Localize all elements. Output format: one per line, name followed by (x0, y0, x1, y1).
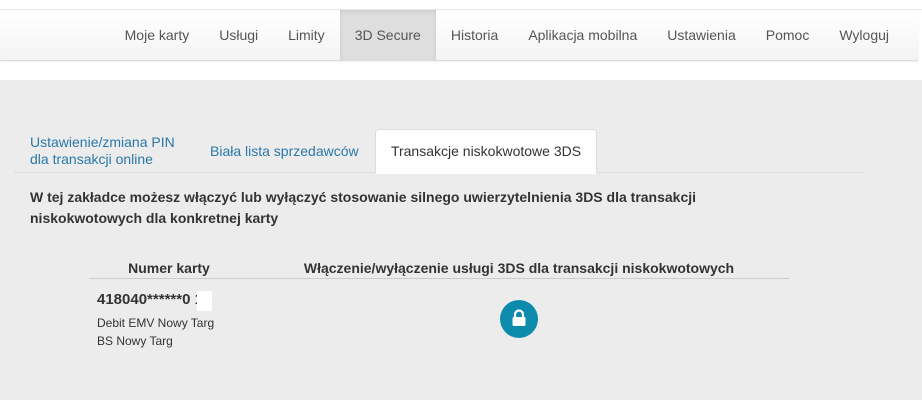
description-line1: W tej zakładce możesz włączyć lub wyłącz… (30, 189, 697, 205)
nav-item-3d-secure[interactable]: 3D Secure (339, 10, 436, 60)
nav-item-pomoc[interactable]: Pomoc (751, 10, 825, 60)
nav-item-wyloguj[interactable]: Wyloguj (824, 10, 904, 60)
nav-item-limity[interactable]: Limity (273, 10, 340, 60)
tab-pin-settings[interactable]: Ustawienie/zmiana PIN dla transakcji onl… (30, 134, 175, 168)
tab-bar: Ustawienie/zmiana PIN dla transakcji onl… (14, 129, 864, 174)
column-header-card-number: Numer karty (128, 260, 210, 276)
card-number-redaction (197, 291, 212, 311)
nav-item-uslugi[interactable]: Usługi (204, 10, 273, 60)
card-product-name: Debit EMV Nowy Targ (97, 316, 215, 330)
table-header-divider (89, 278, 789, 279)
lock-icon (512, 309, 526, 326)
3ds-toggle-button[interactable] (500, 300, 538, 338)
main-content: Ustawienie/zmiana PIN dla transakcji onl… (0, 81, 922, 400)
column-header-3ds-toggle: Włączenie/wyłączenie usługi 3DS dla tran… (303, 260, 735, 276)
main-nav: Moje karty Usługi Limity 3D Secure Histo… (110, 10, 904, 60)
nav-item-ustawienia[interactable]: Ustawienia (652, 10, 750, 60)
nav-item-historia[interactable]: Historia (436, 10, 513, 60)
nav-item-moje-karty[interactable]: Moje karty (110, 10, 205, 60)
nav-item-aplikacja-mobilna[interactable]: Aplikacja mobilna (513, 10, 652, 60)
tab-low-value-3ds[interactable]: Transakcje niskokwotowe 3DS (375, 129, 597, 174)
description-line2: niskokwotowych dla konkretnej karty (30, 210, 279, 226)
top-header: Moje karty Usługi Limity 3D Secure Histo… (0, 0, 922, 81)
tab-description: W tej zakładce możesz włączyć lub wyłącz… (30, 187, 750, 229)
main-navbar: Moje karty Usługi Limity 3D Secure Histo… (0, 10, 918, 61)
tab-merchant-whitelist[interactable]: Biała lista sprzedawców (210, 143, 359, 160)
card-number: 418040******0 1 (97, 291, 203, 308)
tab-pin-label-line2: dla transakcji online (30, 151, 153, 167)
card-bank-name: BS Nowy Targ (97, 334, 173, 348)
tab-pin-label-line1: Ustawienie/zmiana PIN (30, 134, 175, 150)
